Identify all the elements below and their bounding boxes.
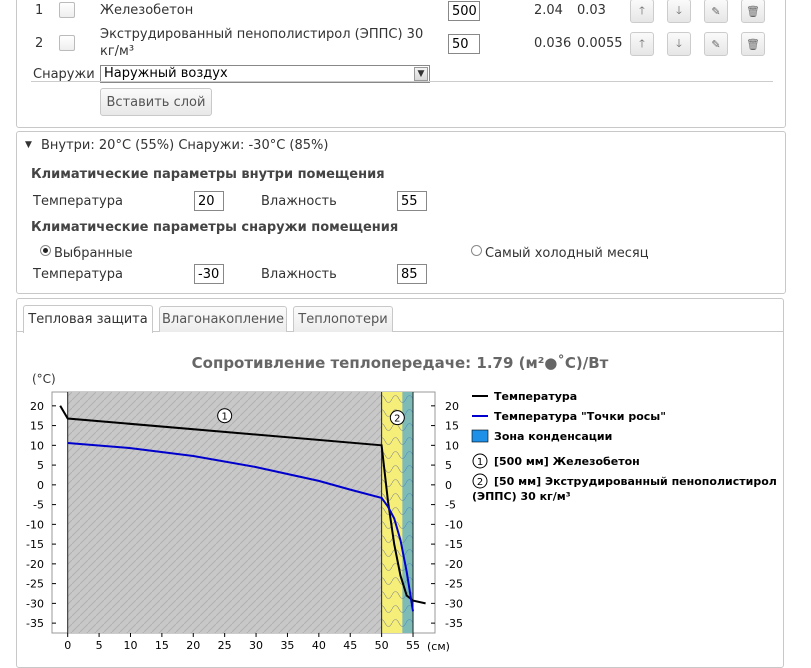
layer-thickness-input[interactable] bbox=[448, 1, 480, 21]
inside-humidity-label: Влажность bbox=[261, 194, 337, 209]
arrow-down-icon: 🡓 bbox=[676, 36, 682, 50]
outside-temp-input[interactable] bbox=[194, 264, 224, 284]
insert-layer-button[interactable]: Вставить слой bbox=[100, 88, 212, 116]
layer-mu: 0.03 bbox=[577, 3, 606, 18]
layer-thickness-input[interactable] bbox=[448, 34, 480, 54]
outside-temp-label: Температура bbox=[33, 267, 123, 282]
tab-moisture[interactable]: Влагонакопление bbox=[159, 306, 287, 332]
collapse-triangle-icon[interactable]: ▼ bbox=[25, 140, 32, 150]
arrow-down-icon: 🡓 bbox=[676, 3, 682, 17]
inside-temp-input[interactable] bbox=[194, 191, 224, 211]
layer-name-line1: Экструдированный пенополистирол (ЭППС) 3… bbox=[100, 27, 424, 42]
layer-index: 1 bbox=[35, 3, 44, 18]
move-up-button[interactable]: 🡑 bbox=[630, 32, 654, 56]
tab-thermal-protection[interactable]: Тепловая защита bbox=[23, 305, 153, 333]
layer-checkbox[interactable] bbox=[59, 35, 75, 51]
radio-coldest-month[interactable] bbox=[471, 245, 482, 256]
trash-icon: 🗑 bbox=[746, 37, 760, 51]
pencil-icon: ✎ bbox=[711, 37, 721, 51]
climate-panel: ▼ Внутри: 20°C (55%) Снаружи: -30°C (85%… bbox=[16, 131, 786, 294]
delete-button[interactable]: 🗑 bbox=[741, 0, 765, 23]
edit-button[interactable]: ✎ bbox=[704, 0, 728, 23]
layer-index: 2 bbox=[35, 36, 44, 51]
radio-selected[interactable] bbox=[40, 245, 51, 256]
trash-icon: 🗑 bbox=[746, 4, 760, 18]
radio-coldest-label: Самый холодный месяц bbox=[485, 246, 649, 261]
outside-humidity-label: Влажность bbox=[261, 267, 337, 282]
layers-panel: 1 Железобетон 2.04 0.03 🡑 🡓 ✎ 🗑 2 Экстру… bbox=[16, 0, 786, 128]
layer-name: Железобетон bbox=[100, 3, 194, 18]
layer-checkbox[interactable] bbox=[59, 2, 75, 18]
chevron-down-icon[interactable]: ▼ bbox=[414, 67, 428, 81]
layer-lambda: 0.036 bbox=[534, 36, 572, 51]
outside-humidity-input[interactable] bbox=[397, 264, 427, 284]
delete-button[interactable]: 🗑 bbox=[741, 32, 765, 56]
move-down-button[interactable]: 🡓 bbox=[667, 32, 691, 56]
arrow-up-icon: 🡑 bbox=[639, 36, 645, 50]
move-up-button[interactable]: 🡑 bbox=[630, 0, 654, 23]
outside-select-value: Наружный воздух bbox=[104, 66, 228, 81]
pencil-icon: ✎ bbox=[711, 4, 721, 18]
inside-temp-label: Температура bbox=[33, 194, 123, 209]
edit-button[interactable]: ✎ bbox=[704, 32, 728, 56]
outside-title: Климатические параметры снаружи помещени… bbox=[31, 220, 399, 235]
move-down-button[interactable]: 🡓 bbox=[667, 0, 691, 23]
layer-mu: 0.0055 bbox=[577, 36, 623, 51]
divider bbox=[31, 81, 773, 82]
outside-label: Снаружи bbox=[33, 67, 95, 82]
results-panel: Тепловая защита Влагонакопление Теплопот… bbox=[16, 298, 784, 668]
radio-selected-label: Выбранные bbox=[54, 246, 133, 261]
tab-heat-loss[interactable]: Теплопотери bbox=[293, 306, 393, 332]
arrow-up-icon: 🡑 bbox=[639, 3, 645, 17]
layer-name-line2: кг/м³ bbox=[100, 44, 135, 59]
layer-lambda: 2.04 bbox=[534, 3, 563, 18]
climate-summary[interactable]: Внутри: 20°C (55%) Снаружи: -30°C (85%) bbox=[41, 138, 328, 153]
inside-humidity-input[interactable] bbox=[397, 191, 427, 211]
inside-title: Климатические параметры внутри помещения bbox=[31, 167, 385, 182]
